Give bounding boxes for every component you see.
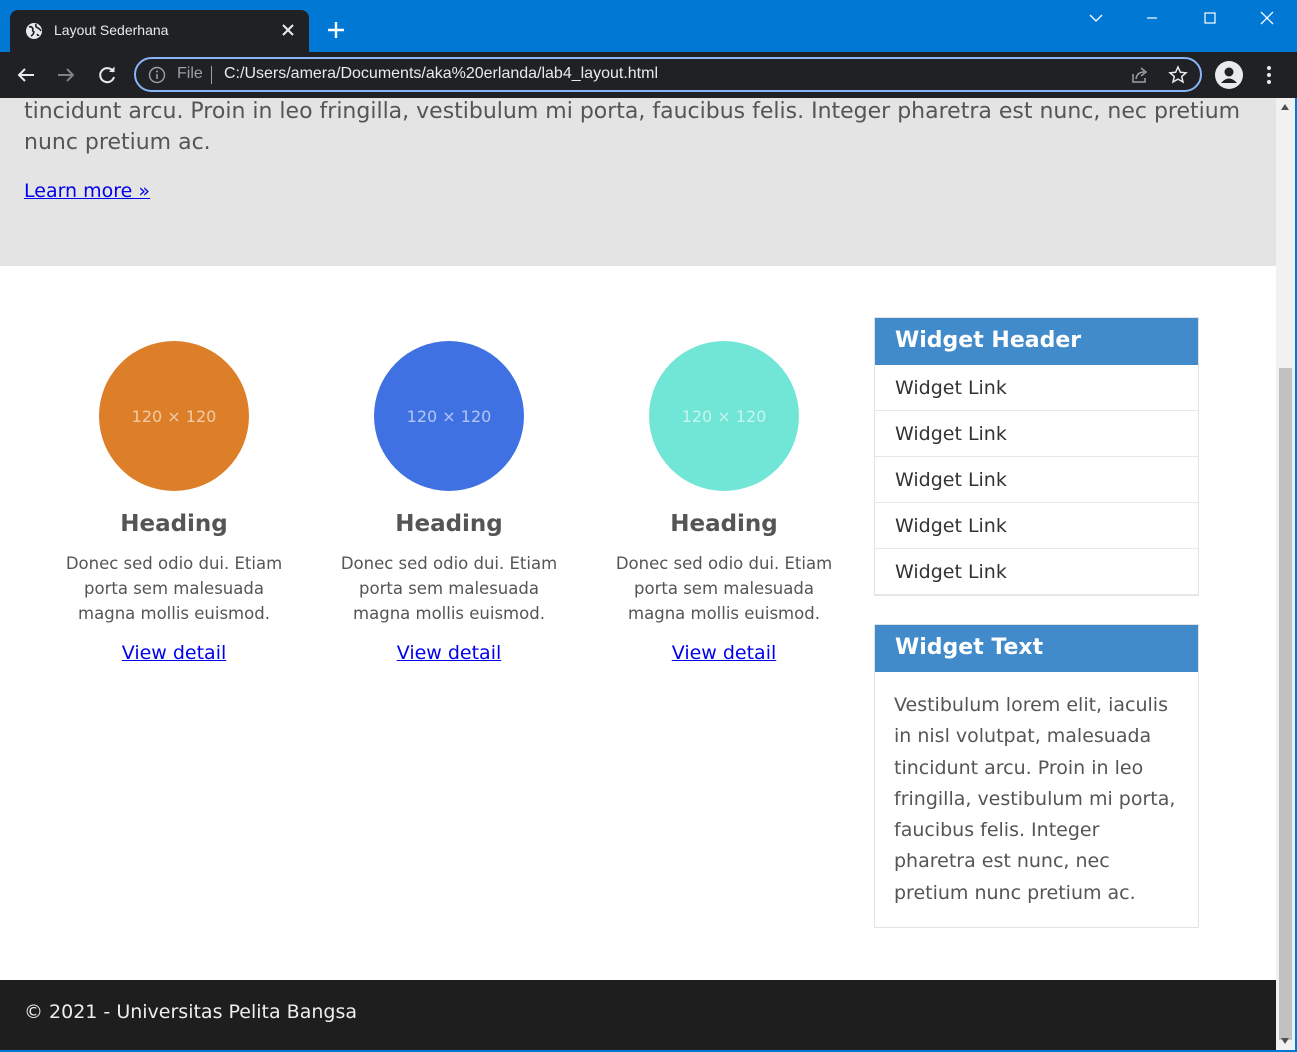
feature-heading: Heading (395, 511, 503, 537)
feature-text: Donec sed odio dui. Etiam porta sem male… (615, 554, 833, 623)
learn-more-link[interactable]: Learn more » (24, 180, 150, 202)
widget-link[interactable]: Widget Link (875, 457, 1198, 503)
close-window-icon[interactable] (1257, 8, 1277, 28)
scroll-up-arrow-icon[interactable] (1281, 104, 1289, 110)
minimize-icon[interactable] (1142, 8, 1162, 28)
widget-link[interactable]: Widget Link (875, 411, 1198, 457)
feature-column: 120 × 120 Heading Donec sed odio dui. Et… (324, 341, 574, 664)
widget-link[interactable]: Widget Link (875, 503, 1198, 549)
widget-header: Widget Header (875, 318, 1198, 365)
feature-heading: Heading (670, 511, 778, 537)
address-bar[interactable]: File C:/Users/amera/Documents/aka%20erla… (134, 57, 1202, 92)
view-detail-link[interactable]: View detail (397, 642, 502, 664)
url-text[interactable]: C:/Users/amera/Documents/aka%20erlanda/l… (224, 65, 658, 83)
tab-search-icon[interactable] (1086, 8, 1106, 28)
scroll-down-arrow-icon[interactable] (1281, 1038, 1289, 1044)
footer-copyright: © 2021 - Universitas Pelita Bangsa (24, 1001, 357, 1023)
widget-text-header: Widget Text (875, 625, 1198, 672)
reload-icon[interactable] (95, 63, 119, 87)
close-tab-icon[interactable] (279, 21, 297, 39)
menu-kebab-icon[interactable] (1259, 63, 1279, 87)
widget-links-panel: Widget Header Widget Link Widget Link Wi… (874, 317, 1199, 596)
widget-text-panel: Widget Text Vestibulum lorem elit, iacul… (874, 624, 1199, 929)
page-viewport: tincidunt arcu. Proin in leo fringilla, … (0, 98, 1276, 1050)
url-divider (211, 66, 212, 84)
hero-text: tincidunt arcu. Proin in leo fringilla, … (24, 99, 1241, 155)
view-detail-link[interactable]: View detail (672, 642, 777, 664)
browser-toolbar: File C:/Users/amera/Documents/aka%20erla… (0, 52, 1297, 98)
feature-heading: Heading (120, 511, 228, 537)
share-icon[interactable] (1130, 65, 1150, 85)
maximize-icon[interactable] (1200, 8, 1220, 28)
tab-title: Layout Sederhana (54, 22, 169, 38)
url-scheme-label: File (177, 65, 203, 82)
placeholder-image: 120 × 120 (649, 341, 799, 491)
browser-tab[interactable]: Layout Sederhana (10, 10, 309, 52)
scrollbar-thumb[interactable] (1279, 368, 1292, 1040)
title-bar: Layout Sederhana (0, 0, 1297, 52)
person-icon (1221, 67, 1237, 83)
page-footer: © 2021 - Universitas Pelita Bangsa (0, 980, 1276, 1050)
widget-link[interactable]: Widget Link (875, 549, 1198, 595)
new-tab-icon[interactable] (326, 20, 346, 40)
view-detail-link[interactable]: View detail (122, 642, 227, 664)
bookmark-star-icon[interactable] (1168, 65, 1188, 85)
vertical-scrollbar[interactable] (1276, 98, 1295, 1050)
profile-avatar[interactable] (1215, 61, 1243, 89)
feature-column: 120 × 120 Heading Donec sed odio dui. Et… (599, 341, 849, 664)
widget-text-body: Vestibulum lorem elit, iaculis in nisl v… (894, 694, 1176, 904)
placeholder-image: 120 × 120 (374, 341, 524, 491)
forward-arrow-icon[interactable] (54, 63, 78, 87)
hero-section: tincidunt arcu. Proin in leo fringilla, … (0, 98, 1276, 266)
back-arrow-icon[interactable] (14, 63, 38, 87)
feature-text: Donec sed odio dui. Etiam porta sem male… (340, 554, 558, 623)
placeholder-image: 120 × 120 (99, 341, 249, 491)
feature-text: Donec sed odio dui. Etiam porta sem male… (65, 554, 283, 623)
feature-column: 120 × 120 Heading Donec sed odio dui. Et… (49, 341, 299, 664)
info-icon[interactable] (148, 66, 166, 84)
widget-link[interactable]: Widget Link (875, 365, 1198, 411)
globe-icon (26, 23, 42, 39)
